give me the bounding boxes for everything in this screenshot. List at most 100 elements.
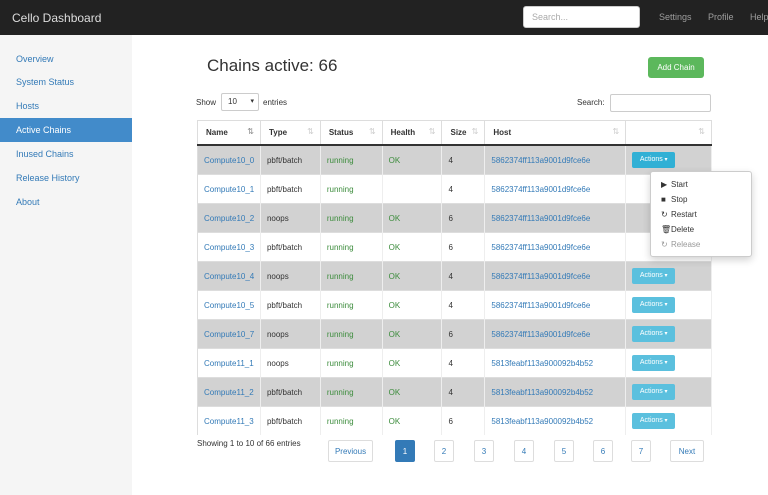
sidebar-item-overview[interactable]: Overview [0,47,132,71]
chain-health: OK [388,358,401,368]
table-row: Compute11_2 pbft/batch running OK 4 5813feabf… [197,377,712,407]
brand-title[interactable]: Cello Dashboard [12,11,101,25]
dropdown-item-start[interactable]: ▶ Start [651,177,751,192]
chain-size: 4 [448,184,453,194]
caret-down-icon: ▾ [662,302,668,308]
main-content: Chains active: 66 Add Chain Show 10 ▾ en… [132,35,768,495]
dropdown-item-label: Release [671,240,701,249]
page-length-value: 10 [228,97,237,106]
dropdown-item-restart[interactable]: ↻ Restart [651,207,751,222]
sidebar-item-release-history[interactable]: Release History [0,166,132,190]
chain-size: 4 [448,300,453,310]
actions-button[interactable]: Actions ▾ [632,326,676,342]
page-button-3[interactable]: 3 [474,440,494,462]
table-body: Compute10_0 pbft/batch running OK 4 5862374ff… [197,144,712,435]
column-header-size[interactable]: Size ⇅ [441,120,486,146]
global-search-input[interactable] [523,6,640,28]
sidebar-item-active-chains[interactable]: Active Chains [0,118,132,142]
host-id-link[interactable]: 5813feabf113a900092b4b52 [491,388,593,397]
chain-name-link[interactable]: Compute10_5 [204,301,254,310]
page-button-7[interactable]: 7 [631,440,651,462]
chain-name-link[interactable]: Compute10_7 [204,330,254,339]
chain-name-link[interactable]: Compute10_2 [204,214,254,223]
sidebar-item-about[interactable]: About [0,190,132,214]
host-id-link[interactable]: 5862374ff113a9001d9fce6e [491,301,590,310]
column-header-status[interactable]: Status ⇅ [320,120,383,146]
chain-name-link[interactable]: Compute10_3 [204,243,254,252]
sort-icon: ⇅ [307,127,314,136]
table-row: Compute10_4 noops running OK 4 5862374ff113a9… [197,261,712,291]
table-row: Compute10_5 pbft/batch running OK 4 5862374ff… [197,290,712,320]
page-button-5[interactable]: 5 [554,440,574,462]
sidebar-item-inused-chains[interactable]: Inused Chains [0,142,132,166]
host-id-link[interactable]: 5862374ff113a9001d9fce6e [491,330,590,339]
chain-name-link[interactable]: Compute11_1 [204,359,254,368]
host-id-link[interactable]: 5862374ff113a9001d9fce6e [491,272,590,281]
chain-type: noops [266,213,289,223]
column-header-type[interactable]: Type ⇅ [260,120,321,146]
actions-button[interactable]: Actions ▾ [632,297,676,313]
sidebar-item-system-status[interactable]: System Status [0,70,132,94]
caret-down-icon: ▾ [250,98,254,105]
next-page-button[interactable]: Next [670,440,704,462]
page-button-6[interactable]: 6 [593,440,613,462]
host-id-link[interactable]: 5813feabf113a900092b4b52 [491,359,593,368]
caret-down-icon: ▾ [662,157,668,163]
host-id-link[interactable]: 5813feabf113a900092b4b52 [491,417,593,426]
settings-link[interactable]: Settings [659,12,692,22]
table-search-input[interactable] [610,94,711,112]
chain-name-link[interactable]: Compute11_2 [204,388,254,397]
previous-page-button[interactable]: Previous [328,440,373,462]
add-chain-button[interactable]: Add Chain [648,57,704,78]
entries-label: entries [263,98,288,107]
help-link[interactable]: Help [750,12,768,22]
chain-status: running [326,213,354,223]
page-button-2[interactable]: 2 [434,440,454,462]
caret-down-icon: ▾ [662,418,668,424]
show-label: Show [196,98,217,107]
sort-icon: ⇅ [698,127,705,136]
column-header-actions[interactable]: ⇅ [625,120,712,146]
table-row: Compute10_0 pbft/batch running OK 4 5862374ff… [197,144,712,175]
caret-down-icon: ▾ [662,389,668,395]
dropdown-item-release[interactable]: ↻ Release [651,237,751,252]
page-title: Chains active: 66 [207,56,338,75]
actions-button-label: Actions [639,272,663,279]
page-button-4[interactable]: 4 [514,440,534,462]
column-header-health[interactable]: Health ⇅ [382,120,443,146]
page-length-select[interactable]: 10 ▾ [221,93,259,111]
trash-icon: 🗑 [661,225,672,234]
chain-name-link[interactable]: Compute10_4 [204,272,254,281]
host-id-link[interactable]: 5862374ff113a9001d9fce6e [491,156,590,165]
host-id-link[interactable]: 5862374ff113a9001d9fce6e [491,243,590,252]
page-button-1[interactable]: 1 [395,440,415,462]
actions-button-label: Actions [639,417,663,424]
table-row: Compute10_2 noops running OK 6 5862374ff113a9… [197,203,712,233]
chain-name-link[interactable]: Compute10_0 [204,156,254,165]
column-header-name[interactable]: Name ⇅ [197,120,261,146]
chain-name-link[interactable]: Compute10_1 [204,185,254,194]
actions-button[interactable]: Actions ▾ [632,152,676,168]
chain-name-link[interactable]: Compute11_3 [204,417,254,426]
dropdown-item-label: Restart [671,210,697,219]
actions-button[interactable]: Actions ▾ [632,413,676,429]
actions-button-label: Actions [639,388,663,395]
chain-status: running [326,416,354,426]
chain-health: OK [388,213,401,223]
sort-asc-icon: ⇅ [247,127,254,136]
actions-button-label: Actions [639,301,663,308]
caret-down-icon: ▾ [662,273,668,279]
dropdown-item-delete[interactable]: 🗑Delete [651,222,751,237]
dropdown-item-stop[interactable]: ■ Stop [651,192,751,207]
table-info: Showing 1 to 10 of 66 entries [197,439,301,448]
column-header-host[interactable]: Host ⇅ [484,120,627,146]
actions-button[interactable]: Actions ▾ [632,384,676,400]
profile-link[interactable]: Profile [708,12,734,22]
actions-button[interactable]: Actions ▾ [632,268,676,284]
host-id-link[interactable]: 5862374ff113a9001d9fce6e [491,185,590,194]
actions-button[interactable]: Actions ▾ [632,355,676,371]
sidebar-item-hosts[interactable]: Hosts [0,94,132,118]
sort-icon: ⇅ [368,127,376,136]
host-id-link[interactable]: 5862374ff113a9001d9fce6e [491,214,590,223]
chains-table: Name ⇅ Type ⇅ Status ⇅ Health ⇅ Size ⇅ Host ⇅ … [197,120,712,435]
